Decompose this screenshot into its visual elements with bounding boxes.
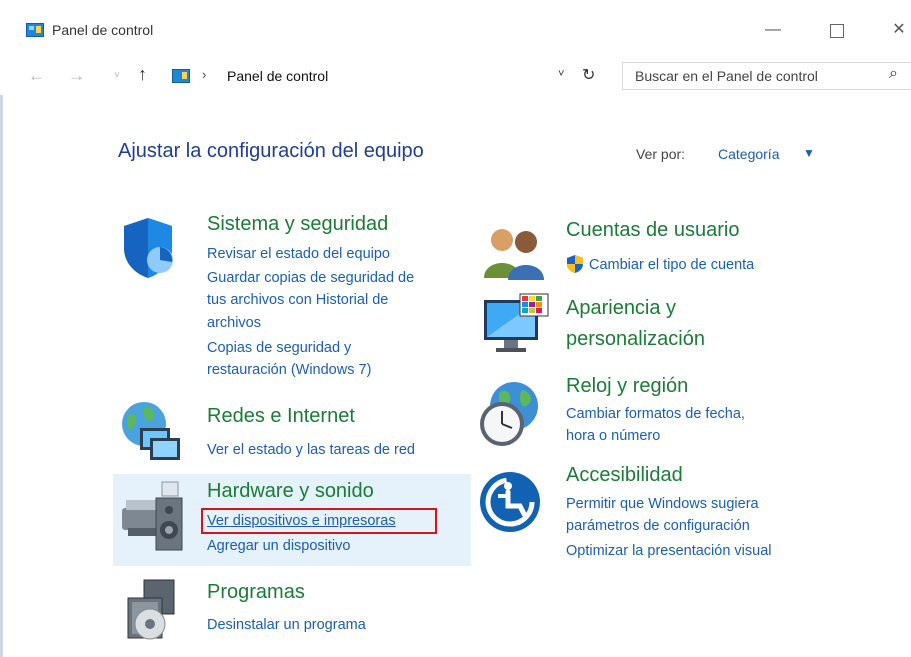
link-windows-suggest-line1[interactable]: Permitir que Windows sugiera (566, 493, 759, 515)
category-appearance-line2[interactable]: personalización (566, 328, 705, 351)
link-date-format-line2[interactable]: hora o número (566, 425, 660, 447)
category-system-security[interactable]: Sistema y seguridad (207, 213, 388, 236)
programs-disc-icon[interactable] (122, 578, 188, 649)
window-title: Panel de control (52, 22, 154, 38)
shield-icon[interactable] (120, 216, 176, 285)
forward-button[interactable]: → (68, 66, 85, 86)
chevron-down-icon[interactable]: ▼ (803, 146, 815, 160)
category-appearance[interactable]: Apariencia y (566, 297, 676, 320)
breadcrumb-control-panel[interactable]: Panel de control (227, 68, 328, 84)
printer-speaker-icon[interactable] (118, 478, 188, 559)
accessibility-icon[interactable] (478, 470, 544, 541)
link-file-history-line1[interactable]: Guardar copias de seguridad de (207, 267, 414, 289)
control-panel-icon (26, 23, 44, 37)
highlight-box (201, 508, 437, 534)
users-icon[interactable] (480, 222, 550, 285)
link-date-format-line1[interactable]: Cambiar formatos de fecha, (566, 403, 745, 425)
close-button[interactable]: ✕ (884, 18, 911, 42)
link-uninstall-program[interactable]: Desinstalar un programa (207, 614, 366, 636)
link-review-status[interactable]: Revisar el estado del equipo (207, 243, 390, 265)
link-backup-restore-line1[interactable]: Copias de seguridad y (207, 337, 351, 359)
title-bar: Panel de control — ✕ (0, 0, 911, 56)
link-add-device[interactable]: Agregar un dispositivo (207, 535, 350, 557)
monitor-palette-icon[interactable] (480, 292, 552, 367)
link-backup-restore-line2[interactable]: restauración (Windows 7) (207, 359, 371, 381)
search-icon[interactable]: ⌕ (889, 65, 898, 83)
up-button[interactable]: ↑ (138, 64, 147, 85)
search-input[interactable] (633, 67, 867, 85)
link-file-history-line3[interactable]: archivos (207, 312, 261, 334)
link-windows-suggest-line2[interactable]: parámetros de configuración (566, 515, 750, 537)
link-change-account-type[interactable]: Cambiar el tipo de cuenta (589, 254, 754, 276)
address-bar[interactable]: › Panel de control ˅ ↻ (166, 62, 606, 90)
window-edge (0, 95, 3, 657)
category-accessibility[interactable]: Accesibilidad (566, 464, 683, 487)
network-globe-icon[interactable] (118, 398, 184, 473)
link-optimize-visual[interactable]: Optimizar la presentación visual (566, 540, 772, 562)
view-by-label: Ver por: (636, 146, 686, 162)
clock-globe-icon[interactable] (474, 378, 546, 455)
category-hardware-sound[interactable]: Hardware y sonido (207, 480, 374, 503)
category-clock-region[interactable]: Reloj y región (566, 375, 688, 398)
search-box[interactable]: ⌕ (622, 62, 911, 90)
breadcrumb-separator[interactable]: › (202, 67, 206, 82)
link-file-history-line2[interactable]: tus archivos con Historial de (207, 289, 388, 311)
back-button[interactable]: ← (28, 66, 45, 86)
page-title: Ajustar la configuración del equipo (118, 140, 424, 162)
control-panel-icon (172, 69, 190, 83)
maximize-icon (830, 24, 844, 38)
uac-shield-icon (566, 254, 584, 279)
maximize-button[interactable] (822, 18, 852, 42)
refresh-button[interactable]: ↻ (582, 65, 595, 85)
minimize-button[interactable]: — (758, 18, 788, 42)
address-dropdown-button[interactable]: ˅ (558, 68, 564, 80)
link-network-status[interactable]: Ver el estado y las tareas de red (207, 439, 415, 461)
recent-locations-button[interactable]: ˅ (114, 70, 120, 81)
category-network-internet[interactable]: Redes e Internet (207, 405, 355, 428)
category-programs[interactable]: Programas (207, 581, 305, 604)
category-user-accounts[interactable]: Cuentas de usuario (566, 219, 739, 242)
view-by-dropdown[interactable]: Categoría (718, 146, 779, 162)
